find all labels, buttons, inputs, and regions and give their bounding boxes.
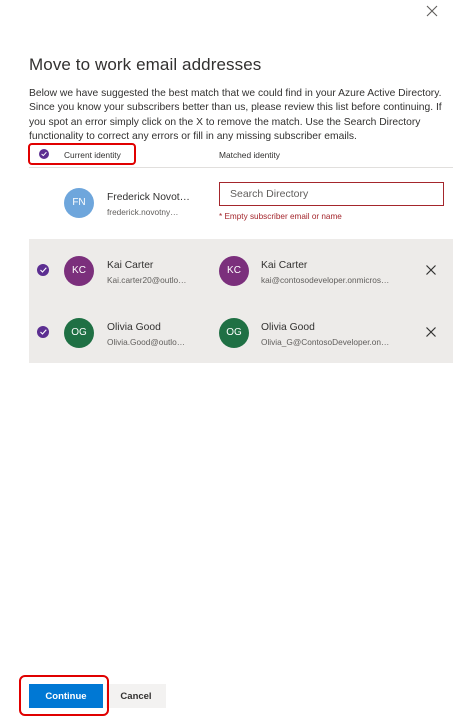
dialog-title: Move to work email addresses <box>29 55 262 74</box>
table-row: KC Kai Carter Kai.carter20@outlo… KC Kai… <box>29 239 453 301</box>
avatar: OG <box>64 318 94 348</box>
current-email: frederick.novotny… <box>107 207 179 217</box>
avatar: KC <box>219 256 249 286</box>
remove-match-icon[interactable] <box>425 326 437 338</box>
select-all-checkbox[interactable] <box>39 149 49 159</box>
matched-name: Kai Carter <box>261 260 308 271</box>
avatar: OG <box>219 318 249 348</box>
cancel-button[interactable]: Cancel <box>106 684 166 708</box>
dialog-description: Below we have suggested the best match t… <box>29 88 442 142</box>
header-current-identity: Current identity <box>64 150 121 160</box>
continue-button[interactable]: Continue <box>29 684 103 708</box>
avatar: FN <box>64 188 94 218</box>
header-divider <box>29 167 453 168</box>
table-header: Current identity Matched identity <box>29 145 453 165</box>
current-name: Kai Carter <box>107 260 154 271</box>
avatar: KC <box>64 256 94 286</box>
current-email: Olivia.Good@outlo… <box>107 337 186 347</box>
row-checkbox[interactable] <box>37 326 49 338</box>
matched-email: kai@contosodeveloper.onmicros… <box>261 275 390 285</box>
matched-name: Olivia Good <box>261 322 315 333</box>
row-checkbox[interactable] <box>37 264 49 276</box>
matched-email: Olivia_G@ContosoDeveloper.on… <box>261 337 390 347</box>
header-matched-identity: Matched identity <box>219 150 280 160</box>
table-row: OG Olivia Good Olivia.Good@outlo… OG Oli… <box>29 301 453 363</box>
current-name: Olivia Good <box>107 322 161 333</box>
current-name: Frederick Novot… <box>107 192 190 203</box>
close-icon[interactable] <box>426 5 442 21</box>
search-directory-input[interactable] <box>219 182 444 206</box>
error-message: * Empty subscriber email or name <box>219 212 342 221</box>
table-row: FN Frederick Novot… frederick.novotny… *… <box>29 175 453 235</box>
current-email: Kai.carter20@outlo… <box>107 275 187 285</box>
remove-match-icon[interactable] <box>425 264 437 276</box>
